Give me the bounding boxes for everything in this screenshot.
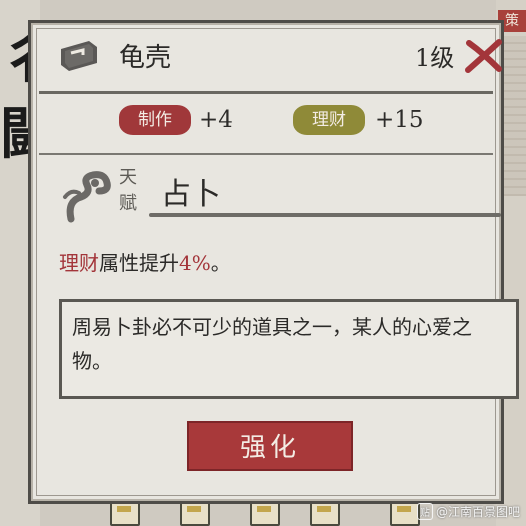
effect-attribute: 理财 <box>59 251 99 275</box>
stat-tag-crafting: 制作 <box>119 105 191 135</box>
talent-label: 天 赋 <box>119 165 149 217</box>
shell-tablet-icon <box>61 41 97 71</box>
watermark: 贴 @江南百景图吧 <box>416 503 520 520</box>
item-description: 周易卜卦必不可少的道具之一，某人的心爱之物。 <box>72 315 472 373</box>
effect-amount: 4% <box>179 251 211 275</box>
stat-tag-finance: 理财 <box>293 105 365 135</box>
close-icon[interactable] <box>463 37 505 75</box>
stat-value-crafting: +4 <box>199 107 233 133</box>
talent-underline <box>149 213 501 217</box>
talent-section: 天 赋 占卜 <box>31 155 501 231</box>
effect-end: 。 <box>210 251 231 275</box>
enhance-button[interactable]: 强化 <box>187 421 353 471</box>
cloud-swirl-icon <box>63 171 111 223</box>
item-stats: 制作 +4 理财 +15 <box>31 95 501 153</box>
background-ink-glyphs: 彳 闘 <box>0 25 30 167</box>
panel-header: 龟壳 1级 <box>31 23 502 91</box>
header-divider <box>39 91 493 94</box>
description-box: 周易卜卦必不可少的道具之一，某人的心爱之物。 <box>59 299 519 399</box>
talent-label-line1: 天 <box>119 167 137 188</box>
talent-effect: 理财属性提升4%。 <box>59 247 231 276</box>
tieba-badge-icon: 贴 <box>416 503 433 520</box>
effect-middle: 属性提升 <box>99 251 179 275</box>
talent-name: 占卜 <box>161 177 221 212</box>
item-detail-panel: 龟壳 1级 制作 +4 理财 +15 天 赋 占卜 理财属性提升4%。 周易卜卦… <box>28 20 519 504</box>
watermark-text: @江南百景图吧 <box>435 505 520 519</box>
stat-value-finance: +15 <box>375 107 424 133</box>
talent-label-line2: 赋 <box>119 193 137 214</box>
item-level: 1级 <box>415 44 455 72</box>
item-name: 龟壳 <box>119 43 172 73</box>
